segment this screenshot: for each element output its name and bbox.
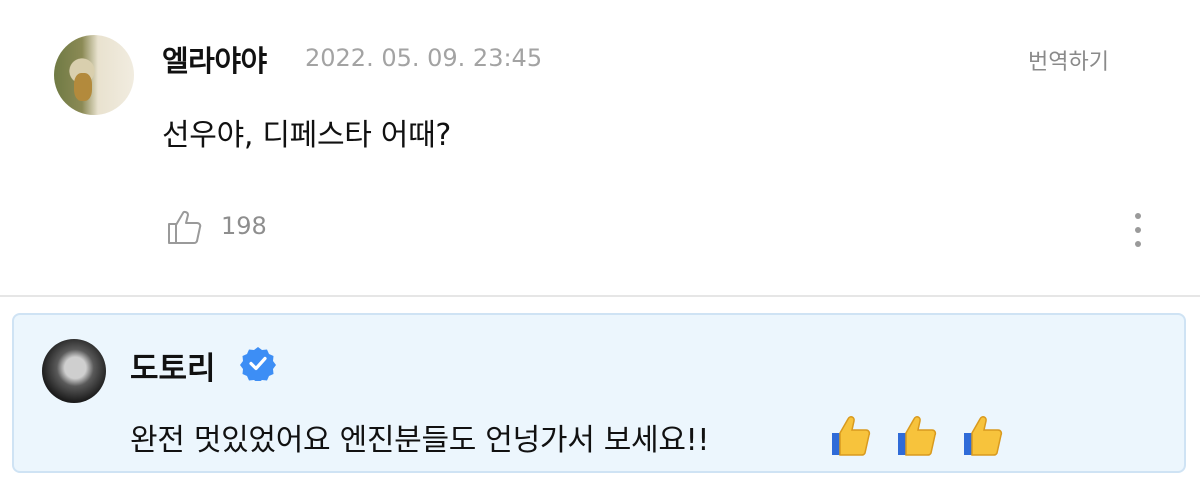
thumbs-up-icon[interactable] [165,207,205,247]
divider [0,295,1200,297]
reply-emojis [826,413,1006,457]
thumbs-up-emoji-icon [832,416,871,456]
comment-text: 선우야, 디페스타 어때? [162,118,452,153]
thumbs-up-emoji-icon [898,416,937,456]
artist-avatar[interactable] [42,339,106,403]
comment-timestamp: 2022. 05. 09. 23:45 [305,44,543,72]
thumbs-up-emoji-icon [964,416,1003,456]
more-options-icon[interactable] [1126,208,1150,252]
like-count: 198 [221,212,267,240]
reply-username[interactable]: 도토리 [130,343,216,388]
fan-comment: 엘라야야 2022. 05. 09. 23:45 번역하기 선우야, 디페스타 … [0,0,1200,296]
avatar-photo-detail [74,73,92,101]
comment-username[interactable]: 엘라야야 [162,38,267,80]
user-avatar[interactable] [54,35,134,115]
translate-button[interactable]: 번역하기 [1028,44,1109,76]
reply-text: 완전 멋있었어요 엔진분들도 언넝가서 보세요!! [130,423,710,458]
artist-reply: 도토리 완전 멋있었어요 엔진분들도 언넝가서 보세요!! [12,313,1186,473]
verified-badge-icon [240,347,276,381]
